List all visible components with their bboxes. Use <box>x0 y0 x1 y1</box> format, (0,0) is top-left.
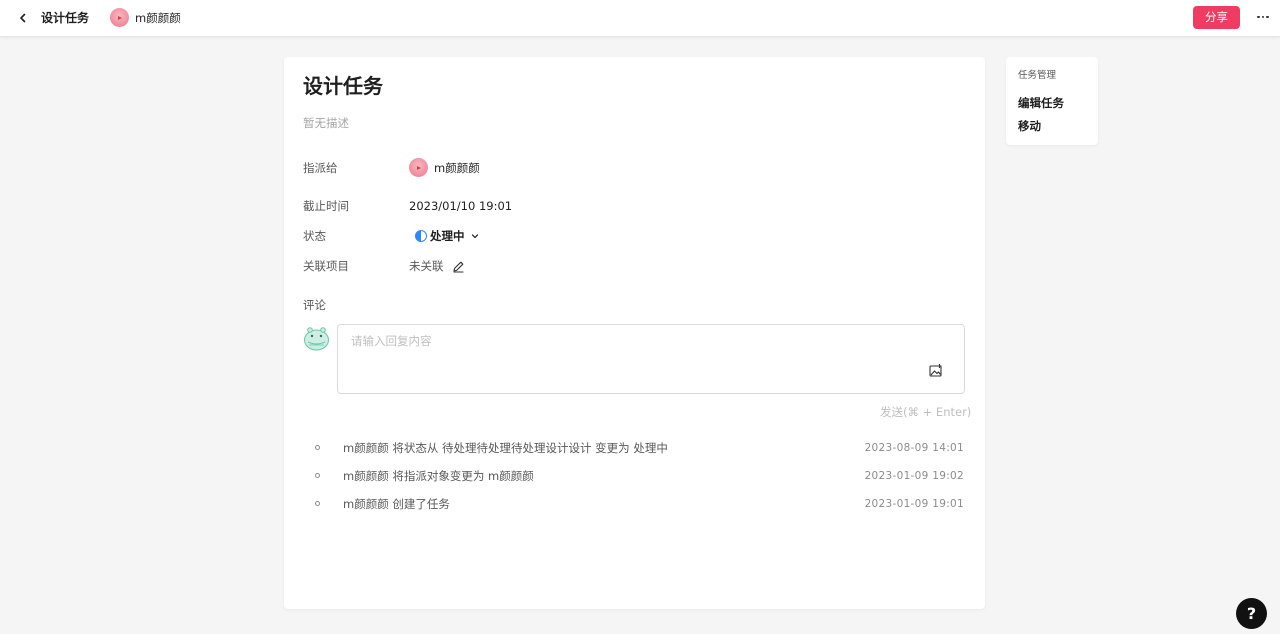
activity-time: 2023-01-09 19:01 <box>864 498 964 510</box>
play-icon <box>118 15 122 20</box>
chevron-down-icon <box>471 234 478 239</box>
task-detail-card: 设计任务 暂无描述 指派给 m颜颜颜 截止时间 2023/01/10 19:01… <box>284 57 985 609</box>
bullet-icon <box>315 473 320 478</box>
image-icon <box>929 364 942 377</box>
edit-task-button[interactable]: 编辑任务 <box>1018 95 1064 111</box>
activity-item: m颜颜颜 创建了任务 2023-01-09 19:01 <box>313 496 965 512</box>
status-dropdown[interactable]: 处理中 <box>415 228 480 244</box>
project-value: 未关联 <box>409 259 444 273</box>
comment-box <box>337 324 965 394</box>
edit-project-button[interactable] <box>452 260 465 273</box>
activity-item: m颜颜颜 将状态从 待处理待处理待处理设计设计 变更为 处理中 2023-08-… <box>313 440 965 456</box>
top-user-chip[interactable]: m颜颜颜 <box>110 8 181 27</box>
deadline-label: 截止时间 <box>303 199 349 213</box>
half-circle-status-icon <box>415 230 427 242</box>
play-icon <box>417 165 421 170</box>
avatar <box>409 158 428 177</box>
status-label: 状态 <box>303 229 326 243</box>
help-button[interactable]: ? <box>1236 598 1267 629</box>
activity-time: 2023-08-09 14:01 <box>864 442 964 454</box>
move-task-button[interactable]: 移动 <box>1018 118 1041 134</box>
insert-image-button[interactable] <box>928 363 944 379</box>
activity-text: m颜颜颜 将状态从 待处理待处理待处理设计设计 变更为 处理中 <box>343 441 668 455</box>
bullet-icon <box>315 501 320 506</box>
assignee-selector[interactable]: m颜颜颜 <box>409 158 480 177</box>
back-button[interactable] <box>14 9 32 27</box>
project-field: 未关联 <box>409 258 465 274</box>
chevron-left-icon <box>20 13 26 23</box>
page-title: 设计任务 <box>41 11 90 25</box>
status-value: 处理中 <box>430 229 465 243</box>
hippo-avatar-icon <box>304 327 329 351</box>
task-management-panel: 任务管理 编辑任务 移动 <box>1006 57 1098 145</box>
comment-input[interactable] <box>351 333 911 349</box>
activity-item: m颜颜颜 将指派对象变更为 m颜颜颜 2023-01-09 19:02 <box>313 468 965 484</box>
assignee-label: 指派给 <box>303 161 338 175</box>
task-description[interactable]: 暂无描述 <box>303 115 349 131</box>
top-bar: 设计任务 m颜颜颜 分享 <box>0 0 1280 37</box>
comments-label: 评论 <box>303 298 326 312</box>
project-label: 关联项目 <box>303 259 349 273</box>
side-panel-header: 任务管理 <box>1018 70 1057 81</box>
activity-time: 2023-01-09 19:02 <box>864 470 964 482</box>
top-user-name: m颜颜颜 <box>135 10 181 25</box>
share-button[interactable]: 分享 <box>1193 6 1240 29</box>
task-title[interactable]: 设计任务 <box>303 72 383 100</box>
bullet-icon <box>315 445 320 450</box>
avatar <box>110 8 129 27</box>
more-horizontal-icon <box>1257 15 1260 19</box>
activity-text: m颜颜颜 将指派对象变更为 m颜颜颜 <box>343 469 534 483</box>
deadline-value[interactable]: 2023/01/10 19:01 <box>409 198 512 214</box>
activity-text: m颜颜颜 创建了任务 <box>343 497 450 511</box>
more-button[interactable] <box>1253 8 1273 26</box>
assignee-name: m颜颜颜 <box>434 160 480 175</box>
pencil-icon <box>452 261 464 273</box>
send-button[interactable]: 发送(⌘ + Enter) <box>880 404 971 420</box>
